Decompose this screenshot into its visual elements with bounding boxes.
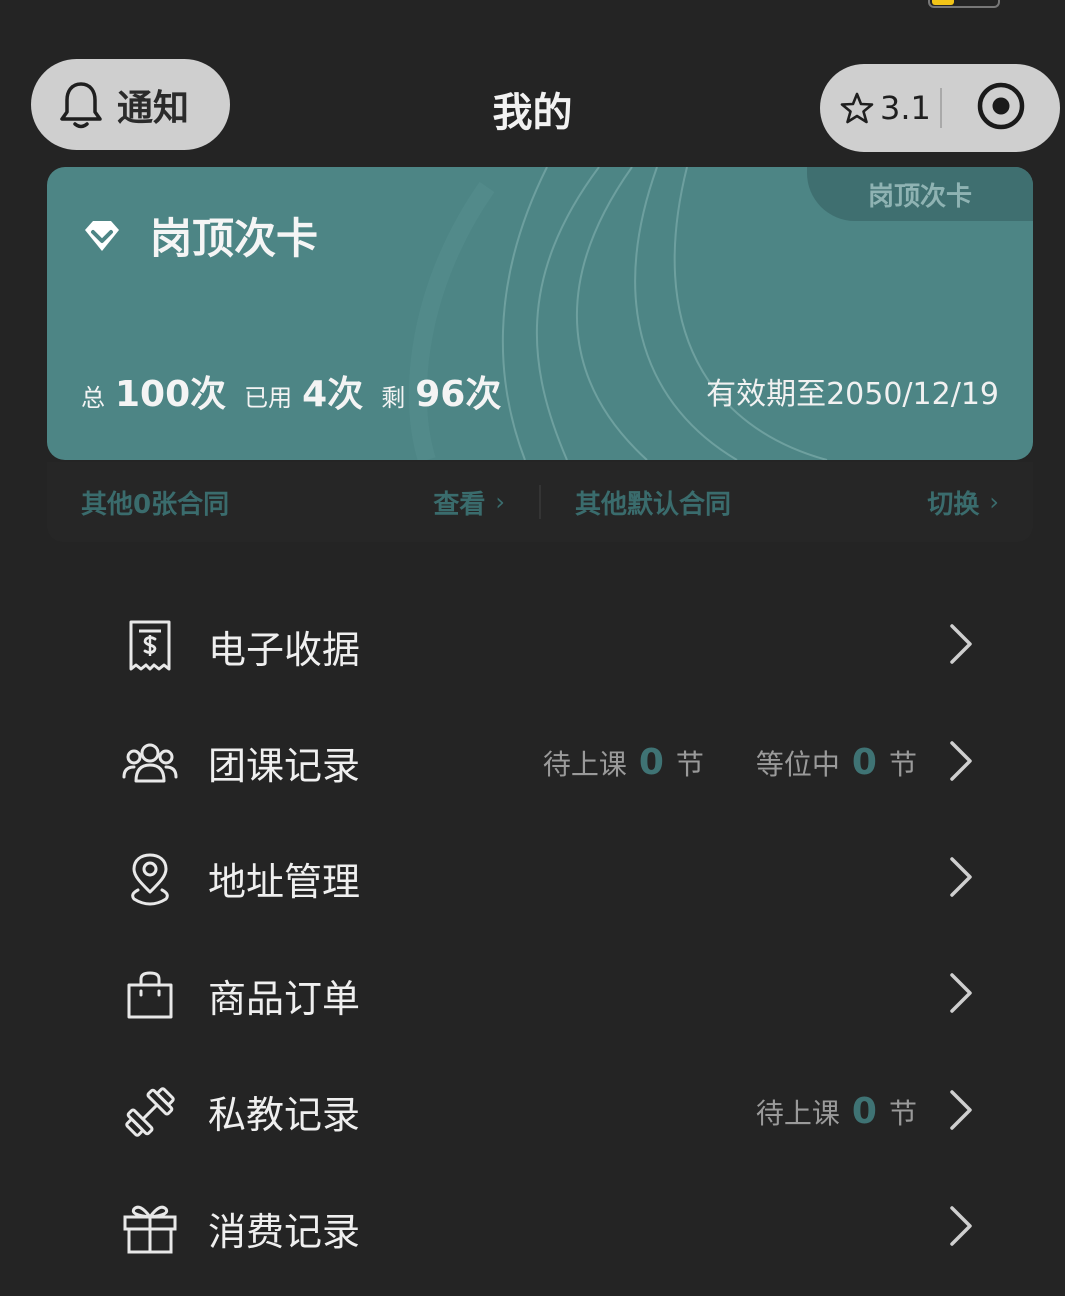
waitlist-unit: 节 xyxy=(888,747,917,781)
card-usage-counts: 总 100次 已用 4次 剩 96次 xyxy=(81,365,519,417)
group-class-stats: 待上课 0 节 等位中 0 节 xyxy=(543,742,917,783)
total-label: 总 xyxy=(81,384,105,412)
private-training-stats: 待上课 0 节 xyxy=(756,1091,917,1132)
card-title-row: 岗顶次卡 xyxy=(82,205,318,266)
chevron-right-icon xyxy=(948,1204,974,1252)
remain-value: 96次 xyxy=(415,374,502,415)
switch-contract-link[interactable]: 切换 › xyxy=(927,484,999,521)
capsule-divider xyxy=(940,88,942,128)
waitlist-count: 0 xyxy=(851,742,877,784)
menu-item-private-training[interactable]: 私教记录 待上课 0 节 xyxy=(0,1054,1065,1170)
shopping-bag-icon xyxy=(122,967,178,1023)
view-label: 查看 xyxy=(433,489,486,520)
rating-button[interactable]: 3.1 xyxy=(820,89,940,127)
group-icon xyxy=(122,735,178,791)
menu-label: 商品订单 xyxy=(208,976,361,1021)
chevron-right-icon xyxy=(948,739,974,787)
pending-unit: 节 xyxy=(888,1096,917,1130)
close-capsule-button[interactable] xyxy=(976,81,1026,135)
target-icon xyxy=(977,82,1025,130)
chevron-right-icon xyxy=(948,971,974,1019)
default-contract-row[interactable]: 其他默认合同 切换 › xyxy=(541,484,1033,521)
pending-count: 0 xyxy=(851,1091,877,1133)
profile-page: 通知 我的 3.1 岗顶次卡 岗顶次卡 总 100次 已用 4次 剩 96次 有… xyxy=(0,0,1065,1296)
chevron-right-icon xyxy=(948,855,974,903)
used-label: 已用 xyxy=(244,384,293,412)
switch-label: 切换 xyxy=(927,489,980,520)
menu-label: 私教记录 xyxy=(208,1093,361,1138)
other-contracts-row[interactable]: 其他0张合同 查看 › xyxy=(47,484,539,521)
pending-count: 0 xyxy=(638,742,664,784)
menu-label: 消费记录 xyxy=(208,1209,361,1254)
pending-label: 待上课 xyxy=(542,747,627,781)
status-bar xyxy=(0,0,1065,14)
card-name: 岗顶次卡 xyxy=(150,214,319,263)
mini-program-capsule: 3.1 xyxy=(820,64,1060,152)
chevron-right-icon xyxy=(948,622,974,670)
menu-item-receipts[interactable]: 电子收据 xyxy=(0,588,1065,704)
other-contracts-count: 其他0张合同 xyxy=(81,489,230,520)
diamond-icon xyxy=(85,220,119,251)
menu-item-consumption[interactable]: 消费记录 xyxy=(0,1170,1065,1286)
pending-label: 待上课 xyxy=(755,1096,840,1130)
contract-strip: 其他0张合同 查看 › 其他默认合同 切换 › xyxy=(47,462,1033,542)
membership-card[interactable]: 岗顶次卡 岗顶次卡 总 100次 已用 4次 剩 96次 有效期至2050/12… xyxy=(47,167,1033,460)
other-default-contract: 其他默认合同 xyxy=(575,489,732,520)
waitlist-label: 等位中 xyxy=(755,747,840,781)
card-type-tag: 岗顶次卡 xyxy=(807,167,1033,221)
rating-value: 3.1 xyxy=(880,89,931,127)
location-pin-icon xyxy=(122,851,178,907)
receipt-icon xyxy=(122,618,178,674)
menu-item-product-orders[interactable]: 商品订单 xyxy=(0,937,1065,1053)
dumbbell-icon xyxy=(122,1084,178,1140)
chevron-right-icon: › xyxy=(495,488,505,516)
menu-label: 团课记录 xyxy=(208,744,361,789)
menu-item-group-classes[interactable]: 团课记录 待上课 0 节 等位中 0 节 xyxy=(0,704,1065,820)
chevron-right-icon xyxy=(948,1088,974,1136)
chevron-right-icon: › xyxy=(989,488,999,516)
card-validity: 有效期至2050/12/19 xyxy=(706,377,999,412)
gift-icon xyxy=(122,1200,178,1256)
pending-unit: 节 xyxy=(675,747,704,781)
battery-icon xyxy=(928,0,1000,8)
used-value: 4次 xyxy=(302,374,364,415)
menu-item-addresses[interactable]: 地址管理 xyxy=(0,821,1065,937)
remain-label: 剩 xyxy=(381,384,406,412)
star-icon xyxy=(840,92,874,124)
profile-menu: 电子收据 团课记录 待上课 0 节 等位中 0 节 地址管理 商品订单 私教记录… xyxy=(0,588,1065,1286)
total-value: 100次 xyxy=(115,374,227,415)
menu-label: 地址管理 xyxy=(208,860,361,905)
view-contracts-link[interactable]: 查看 › xyxy=(433,484,505,521)
menu-label: 电子收据 xyxy=(208,627,361,672)
